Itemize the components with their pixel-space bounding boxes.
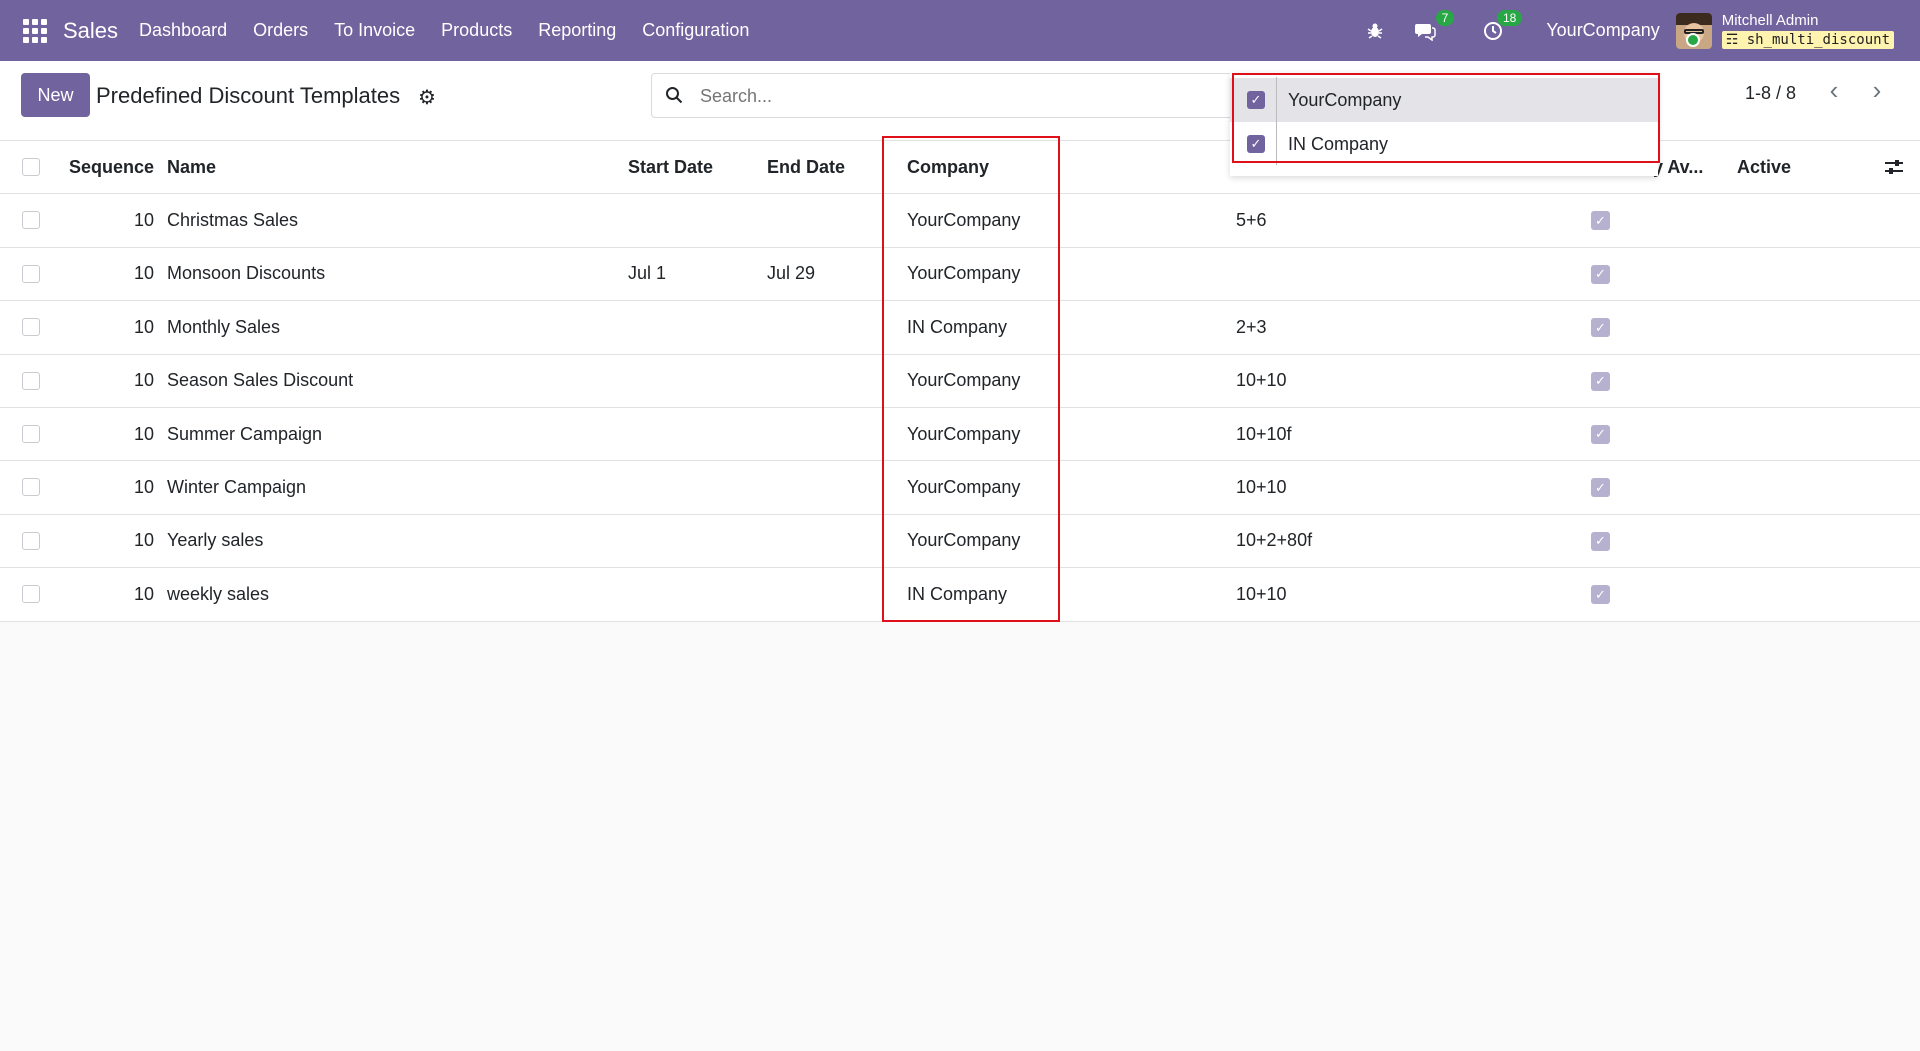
cell-discount: 10+10 <box>1236 370 1287 391</box>
menu-configuration[interactable]: Configuration <box>629 20 762 41</box>
cell-sequence: 10 <box>133 316 154 337</box>
header-company[interactable]: Company <box>907 141 989 193</box>
menu-orders[interactable]: Orders <box>240 20 321 41</box>
active-checkbox: ✓ <box>1591 211 1610 231</box>
active-checkbox: ✓ <box>1591 424 1610 444</box>
search-icon <box>666 87 683 104</box>
cell-company: YourCompany <box>907 423 1021 444</box>
cell-discount: 5+6 <box>1236 210 1267 231</box>
cell-end-date: Jul 29 <box>767 263 816 284</box>
cell-start-date: Jul 1 <box>628 263 667 284</box>
cell-sequence: 10 <box>133 423 154 444</box>
company-option-label: IN Company <box>1288 133 1389 154</box>
cell-company: YourCompany <box>907 530 1021 551</box>
header-active[interactable]: Active <box>1737 141 1791 193</box>
user-name: Mitchell Admin <box>1721 11 1819 29</box>
cell-sequence: 10 <box>133 477 154 498</box>
top-navbar: Sales Dashboard Orders To Invoice Produc… <box>0 0 1920 61</box>
cell-discount: 10+10 <box>1236 477 1287 498</box>
table-row[interactable]: 10 Winter Campaign YourCompany 10+10 ✓ <box>0 461 1920 515</box>
cell-name: Summer Campaign <box>167 423 323 444</box>
navbar-systray: 7 18 YourCompany Mitchell Admin ☶ sh_mul… <box>1350 0 1920 61</box>
app-name[interactable]: Sales <box>63 18 118 44</box>
header-name[interactable]: Name <box>167 141 216 193</box>
active-checkbox: ✓ <box>1591 478 1610 498</box>
company-checkbox[interactable]: ✓ <box>1247 91 1265 109</box>
pager-next-icon[interactable]: › <box>1865 77 1889 103</box>
debug-bug-icon[interactable] <box>1362 18 1388 44</box>
cell-name: Yearly sales <box>167 530 264 551</box>
company-option-label: YourCompany <box>1288 89 1402 110</box>
company-switcher[interactable]: YourCompany <box>1546 20 1659 41</box>
header-partially-available[interactable]: ly Av... <box>1648 141 1716 193</box>
table-row[interactable]: 10 Yearly sales YourCompany 10+2+80f ✓ <box>0 514 1920 569</box>
cell-discount: 10+2+80f <box>1236 530 1313 551</box>
cell-name: Christmas Sales <box>167 210 299 231</box>
cell-name: Monsoon Discounts <box>167 263 326 284</box>
company-option-in-company[interactable]: ✓ IN Company <box>1230 122 1658 166</box>
active-checkbox: ✓ <box>1591 264 1610 284</box>
table-row[interactable]: 10 Summer Campaign YourCompany 10+10f ✓ <box>0 407 1920 462</box>
cell-company: IN Company <box>907 316 1008 337</box>
messages-icon[interactable]: 7 <box>1412 9 1455 44</box>
search-bar[interactable] <box>651 73 1241 118</box>
cell-company: YourCompany <box>907 263 1021 284</box>
menu-reporting[interactable]: Reporting <box>525 20 629 41</box>
cell-name: Winter Campaign <box>167 477 307 498</box>
pager-value[interactable]: 1-8 / 8 <box>1745 83 1796 104</box>
cell-sequence: 10 <box>133 370 154 391</box>
cell-sequence: 10 <box>133 210 154 231</box>
header-sequence[interactable]: Sequence <box>0 141 154 193</box>
menu-dashboard[interactable]: Dashboard <box>126 20 240 41</box>
pager-previous-icon[interactable]: ‹ <box>1822 77 1846 103</box>
online-status-dot <box>1686 33 1700 47</box>
cell-name: Season Sales Discount <box>167 370 354 391</box>
cell-company: YourCompany <box>907 477 1021 498</box>
table-row[interactable]: 10 Christmas Sales YourCompany 5+6 ✓ <box>0 194 1920 248</box>
active-checkbox: ✓ <box>1591 318 1610 338</box>
menu-products[interactable]: Products <box>428 20 525 41</box>
company-switcher-dropdown: ✓ YourCompany ✓ IN Company <box>1230 73 1658 176</box>
menu-to-invoice[interactable]: To Invoice <box>321 20 428 41</box>
cell-sequence: 10 <box>133 583 154 604</box>
header-end-date[interactable]: End Date <box>767 141 845 193</box>
table-row[interactable]: 10 Monthly Sales IN Company 2+3 ✓ <box>0 301 1920 355</box>
table-row[interactable]: 10 Season Sales Discount YourCompany 10+… <box>0 354 1920 408</box>
cell-sequence: 10 <box>133 263 154 284</box>
messages-count-badge: 7 <box>1435 9 1455 26</box>
dropdown-separator <box>1276 77 1277 165</box>
user-menu[interactable]: Mitchell Admin ☶ sh_multi_discount <box>1721 11 1894 49</box>
cell-company: YourCompany <box>907 210 1021 231</box>
active-checkbox: ✓ <box>1591 371 1610 391</box>
cell-discount: 10+10 <box>1236 583 1287 604</box>
search-input[interactable] <box>700 83 1220 109</box>
cell-name: Monthly Sales <box>167 316 281 337</box>
gear-icon[interactable]: ⚙ <box>418 85 436 110</box>
cell-discount: 10+10f <box>1236 423 1292 444</box>
cell-sequence: 10 <box>133 530 154 551</box>
activities-clock-icon[interactable]: 18 <box>1480 9 1523 44</box>
page-title: Predefined Discount Templates <box>96 83 401 108</box>
active-checkbox: ✓ <box>1591 531 1610 551</box>
header-start-date[interactable]: Start Date <box>628 141 713 193</box>
cell-name: weekly sales <box>167 583 270 604</box>
apps-menu-icon[interactable] <box>23 18 47 43</box>
active-checkbox: ✓ <box>1591 585 1610 605</box>
company-option-yourcompany[interactable]: ✓ YourCompany <box>1230 78 1658 122</box>
cell-discount: 2+3 <box>1236 316 1267 337</box>
column-settings-icon[interactable] <box>1884 141 1904 193</box>
table-row[interactable]: 10 weekly sales IN Company 10+10 ✓ <box>0 568 1920 622</box>
database-badge: ☶ sh_multi_discount <box>1721 30 1894 49</box>
cell-company: IN Company <box>907 583 1008 604</box>
list-table: Sequence Name Start Date End Date Compan… <box>0 141 1920 622</box>
activities-count-badge: 18 <box>1496 9 1523 26</box>
new-button[interactable]: New <box>21 73 90 117</box>
cell-company: YourCompany <box>907 370 1021 391</box>
table-row[interactable]: 10 Monsoon Discounts Jul 1 Jul 29 YourCo… <box>0 247 1920 302</box>
company-checkbox[interactable]: ✓ <box>1247 135 1265 153</box>
